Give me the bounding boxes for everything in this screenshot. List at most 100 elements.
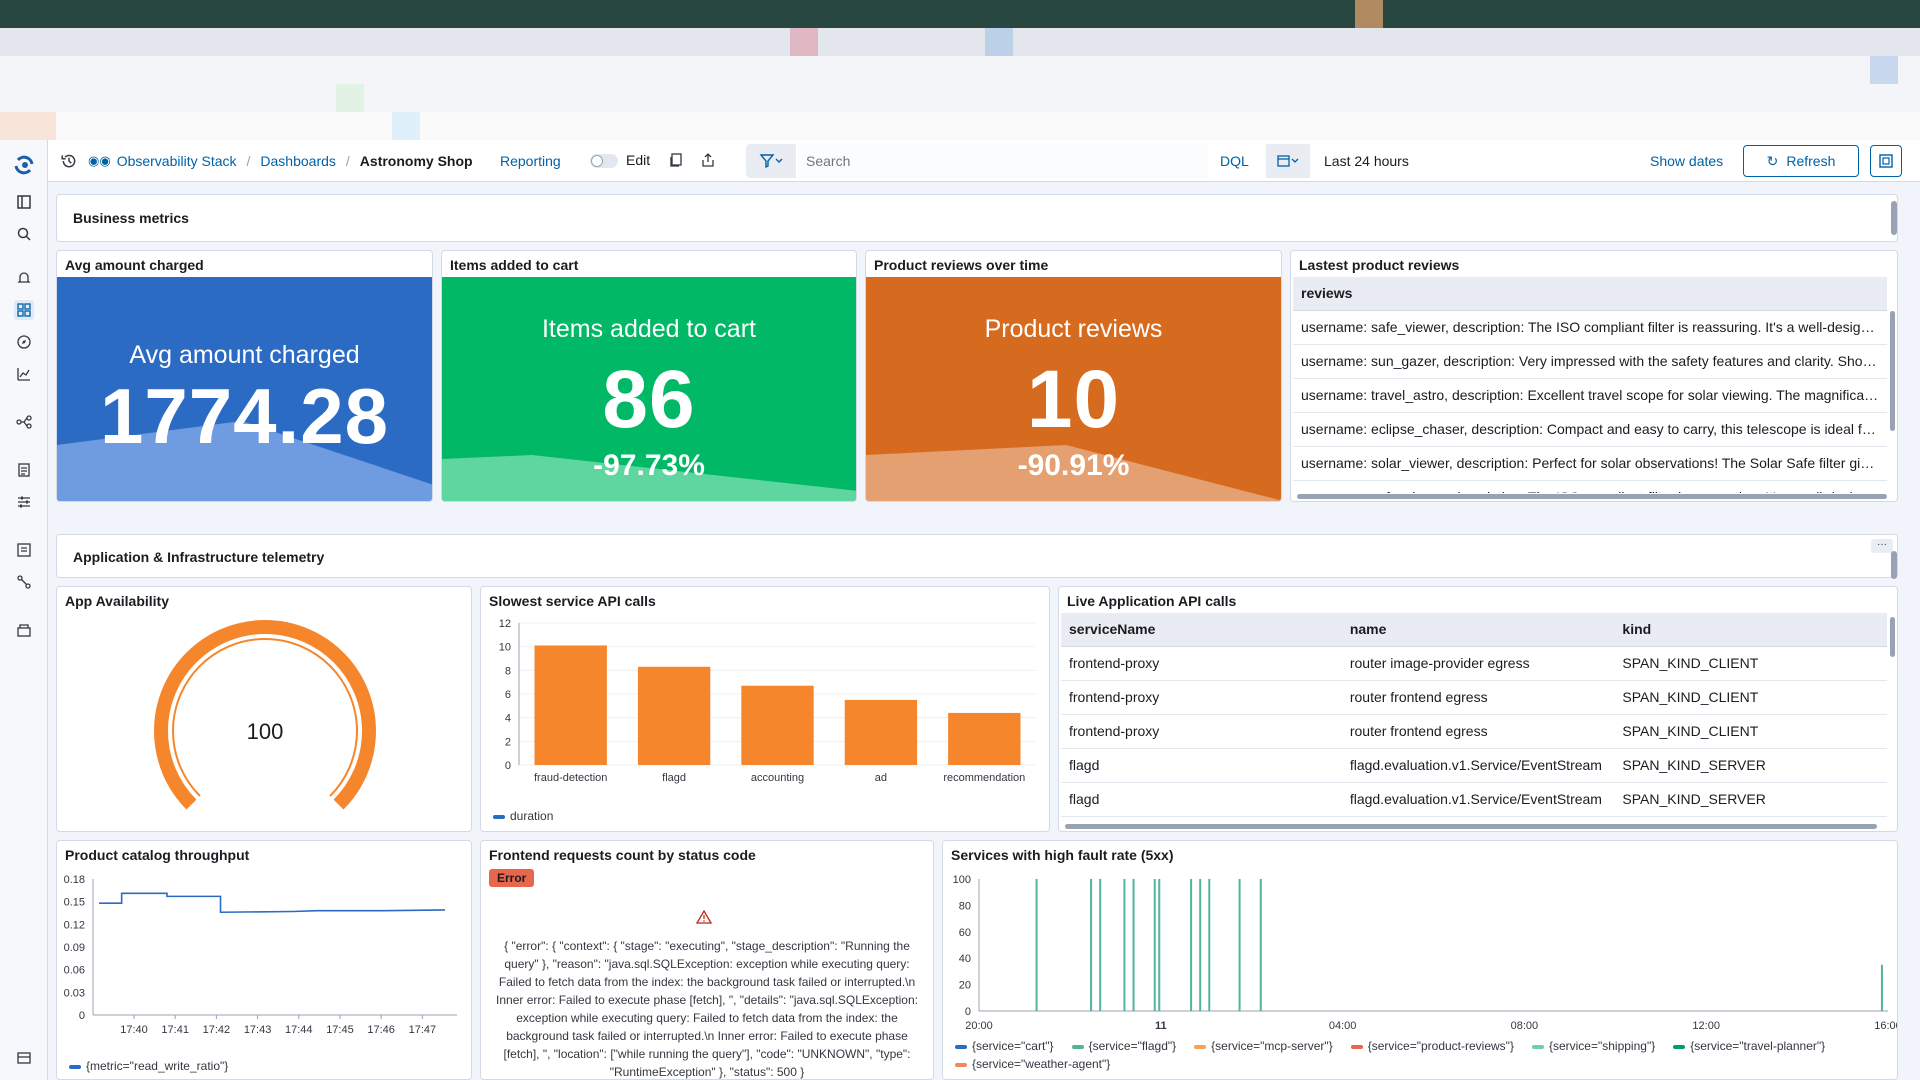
legend-item[interactable]: {service="mcp-server"} <box>1194 1039 1333 1053</box>
date-picker-button[interactable] <box>1266 144 1310 178</box>
legend-item[interactable]: duration <box>493 809 553 823</box>
bar-ad[interactable] <box>844 699 918 765</box>
table-row[interactable]: frontend-proxy router frontend egress SPAN… <box>1061 680 1887 715</box>
review-cell: username: safe_viewer, description: The … <box>1293 310 1887 345</box>
legend-swatch <box>1194 1044 1207 1049</box>
gauge-value: 100 <box>247 719 284 744</box>
edit-toggle[interactable] <box>590 154 618 168</box>
settings-sliders-icon[interactable] <box>14 492 34 512</box>
reporting-link[interactable]: Reporting <box>500 153 561 169</box>
share-icon[interactable] <box>700 152 718 170</box>
copy-icon[interactable] <box>668 152 686 170</box>
table-row[interactable]: username: eclipse_chaser, description: C… <box>1293 412 1887 447</box>
reports-icon[interactable] <box>14 460 34 480</box>
table-row[interactable]: flagd flagd.evaluation.v1.Service/EventSt… <box>1061 748 1887 783</box>
legend-item[interactable]: {service="product-reviews"} <box>1350 1039 1514 1053</box>
integrations-icon[interactable] <box>14 620 34 640</box>
y-tick-label: 12 <box>499 618 511 630</box>
api-vscrollbar[interactable] <box>1890 617 1895 657</box>
metric-value: 10 <box>1026 354 1121 445</box>
fullscreen-button[interactable] <box>1870 145 1902 177</box>
breadcrumb-dashboards[interactable]: Dashboards <box>260 153 336 169</box>
y-tick-label: 0 <box>965 1006 971 1018</box>
legend-item[interactable]: {metric="read_write_ratio"} <box>69 1059 228 1073</box>
search-icon[interactable] <box>14 224 34 244</box>
table-row[interactable]: username: travel_astro, description: Exc… <box>1293 378 1887 413</box>
bar-flagd[interactable] <box>637 666 711 765</box>
dock-icon[interactable] <box>14 1048 34 1068</box>
x-tick-label: 17:41 <box>161 1024 189 1036</box>
blurred-header <box>0 0 1920 140</box>
search-input[interactable] <box>798 144 1208 178</box>
table-cell: flagd.evaluation.v1.Service/EventStream <box>1341 748 1615 783</box>
legend-item[interactable]: {service="flagd"} <box>1071 1039 1176 1053</box>
table-row[interactable]: username: safe_viewer, description: The … <box>1293 310 1887 345</box>
dql-toggle[interactable]: DQL <box>1220 153 1249 169</box>
filter-icon <box>759 154 783 169</box>
frontend-requests-panel: Frontend requests count by status code E… <box>480 840 934 1080</box>
table-row[interactable]: username: solar_viewer, description: Per… <box>1293 446 1887 481</box>
table-cell: flagd.evaluation.v1.Service/EventStream <box>1341 782 1615 817</box>
breadcrumb-observability-stack[interactable]: Observability Stack <box>117 153 237 169</box>
legend-item[interactable]: {service="shipping"} <box>1531 1039 1655 1053</box>
filter-button[interactable] <box>746 144 796 178</box>
section-scrollbar[interactable] <box>1891 201 1897 235</box>
time-range-value[interactable]: Last 24 hours <box>1324 153 1409 169</box>
reviews-vscrollbar[interactable] <box>1890 311 1895 431</box>
app-logo-icon[interactable] <box>11 152 37 178</box>
history-icon[interactable] <box>60 152 78 170</box>
column-header-name[interactable]: name <box>1341 613 1615 647</box>
error-badge[interactable]: Error <box>489 869 535 887</box>
table-cell: frontend-proxy <box>1061 646 1342 681</box>
table-row[interactable]: frontend-proxy router frontend egress SPAN… <box>1061 714 1887 749</box>
table-row[interactable]: frontend-proxy router image-provider egre… <box>1061 646 1887 681</box>
visualize-icon[interactable] <box>14 364 34 384</box>
discover-icon[interactable] <box>14 332 34 352</box>
section-title: Business metrics <box>73 210 189 226</box>
bar-recommendation[interactable] <box>948 712 1021 765</box>
bar-accounting[interactable] <box>741 685 814 765</box>
y-tick-label: 0.18 <box>64 874 85 886</box>
reviews-hscrollbar[interactable] <box>1297 494 1887 499</box>
dashboards-icon[interactable] <box>14 300 34 320</box>
y-tick-label: 6 <box>505 689 511 701</box>
bar-fraud-detection[interactable] <box>534 645 607 765</box>
table-row[interactable]: flagd flagd.evaluation.v1.Service/EventSt… <box>1061 782 1887 817</box>
binoculars-icon: ◉◉ <box>88 153 111 168</box>
legend-label: {service="cart"} <box>972 1039 1054 1053</box>
table-row[interactable]: username: sun_gazer, description: Very i… <box>1293 344 1887 379</box>
sidebar-toggle-icon[interactable] <box>14 192 34 212</box>
legend-item[interactable]: {service="travel-planner"} <box>1673 1039 1825 1053</box>
column-header-servicename[interactable]: serviceName <box>1061 613 1342 647</box>
service-map-icon[interactable] <box>14 572 34 592</box>
panel-options-icon[interactable]: ··· <box>1871 539 1893 553</box>
show-dates-link[interactable]: Show dates <box>1650 153 1723 169</box>
legend-swatch <box>1673 1044 1686 1049</box>
logs-icon[interactable] <box>14 540 34 560</box>
alerts-icon[interactable] <box>14 268 34 288</box>
column-header-kind[interactable]: kind <box>1614 613 1887 647</box>
x-tick-label: 11 <box>1155 1020 1167 1032</box>
metric-change: -97.73% <box>593 449 705 482</box>
y-tick-label: 0.15 <box>64 897 85 909</box>
traces-icon[interactable] <box>14 412 34 432</box>
y-tick-label: 10 <box>499 642 511 654</box>
metric-panel-product-reviews: Product reviews over time Product review… <box>865 250 1282 502</box>
api-hscrollbar[interactable] <box>1065 824 1877 829</box>
legend-item[interactable]: {service="weather-agent"} <box>955 1057 1110 1071</box>
table-row[interactable]: username: safe_viewer, description: The … <box>1293 480 1887 493</box>
refresh-button[interactable]: ↻ Refresh <box>1743 145 1859 177</box>
fault-rate-panel: Services with high fault rate (5xx) 0 20 4… <box>942 840 1898 1080</box>
column-header-reviews[interactable]: reviews <box>1293 277 1887 311</box>
series-line[interactable] <box>99 892 446 914</box>
legend-item[interactable]: {service="cart"} <box>955 1039 1054 1053</box>
app-availability-panel: App Availability 100 <box>56 586 472 832</box>
legend-label: {service="weather-agent"} <box>972 1057 1111 1071</box>
error-message: { "error": { "context": { "stage": "exec… <box>496 939 918 1079</box>
business-metrics-section: Business metrics <box>56 194 1898 242</box>
blur-row <box>0 28 1920 56</box>
section-scrollbar[interactable] <box>1891 551 1897 579</box>
y-tick-label: 80 <box>959 900 971 912</box>
review-cell: username: eclipse_chaser, description: C… <box>1293 412 1887 447</box>
catalog-legend: {metric="read_write_ratio"} <box>69 1059 228 1073</box>
